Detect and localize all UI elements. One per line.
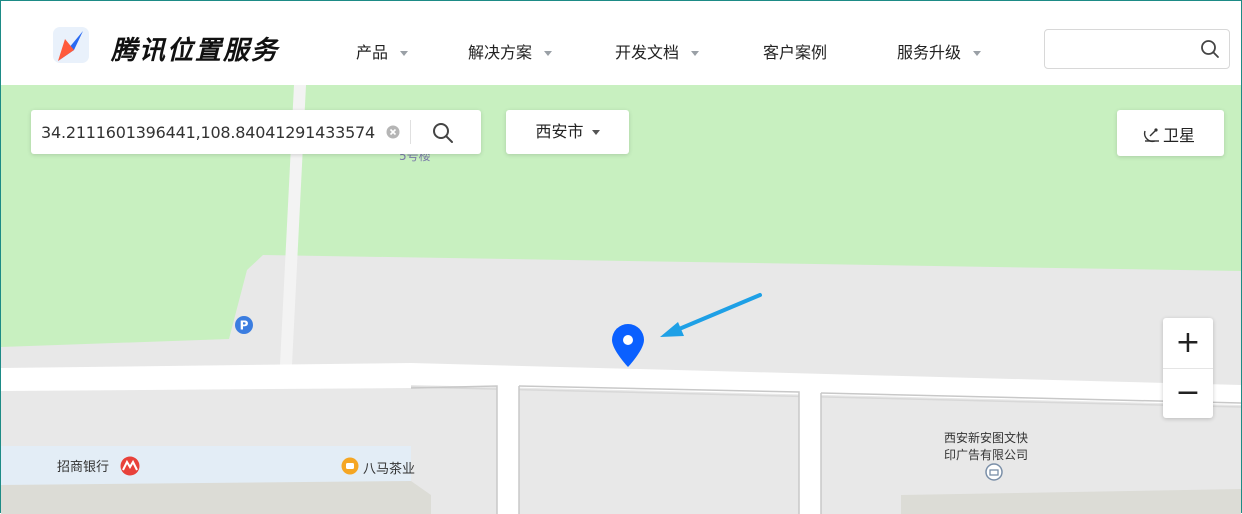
- satellite-label: 卫星: [1163, 126, 1196, 145]
- chevron-down-icon: [973, 51, 982, 56]
- zoom-in-button[interactable]: +: [1163, 318, 1213, 368]
- annotation-arrow-icon: [660, 293, 762, 337]
- satellite-toggle-button[interactable]: 卫星: [1117, 110, 1224, 156]
- brand-title[interactable]: 腾讯位置服务: [111, 30, 279, 67]
- search-icon[interactable]: [1200, 39, 1220, 59]
- city-selector-label: 西安市: [535, 122, 584, 141]
- bank-icon[interactable]: [119, 456, 141, 476]
- nav-cases-label: 客户案例: [763, 43, 828, 62]
- search-icon[interactable]: [431, 121, 455, 145]
- zoom-control: + −: [1163, 318, 1213, 418]
- chevron-down-icon: [400, 51, 409, 56]
- nav-cases[interactable]: 客户案例: [763, 39, 827, 63]
- tencent-map-logo[interactable]: [53, 27, 89, 63]
- parking-icon[interactable]: P: [234, 315, 254, 335]
- poi-print-label-line1[interactable]: 西安新安图文快: [944, 429, 1028, 446]
- side-road-2: [799, 388, 821, 514]
- svg-text:P: P: [240, 319, 249, 333]
- satellite-icon: [1143, 128, 1159, 143]
- header-search: [1044, 29, 1230, 69]
- nav-products-label: 产品: [356, 43, 389, 62]
- location-marker-icon[interactable]: [610, 323, 646, 369]
- chevron-down-icon: [544, 51, 553, 56]
- city-selector-button[interactable]: 西安市: [506, 110, 629, 154]
- tea-shop-icon[interactable]: [341, 457, 359, 475]
- nav-solutions[interactable]: 解决方案: [468, 39, 553, 63]
- poi-tea-label[interactable]: 八马茶业: [363, 458, 415, 477]
- nav-upgrade-label: 服务升级: [897, 43, 962, 62]
- header-search-input[interactable]: [1053, 36, 1197, 64]
- nav-solutions-label: 解决方案: [468, 43, 533, 62]
- coordinate-search-input[interactable]: 34.2111601396441,108.84041291433574: [41, 123, 375, 142]
- search-divider: [410, 120, 411, 144]
- zoom-out-button[interactable]: −: [1163, 368, 1213, 418]
- nav-products[interactable]: 产品: [356, 39, 409, 63]
- nav-upgrade[interactable]: 服务升级: [897, 39, 982, 63]
- side-road-1: [497, 382, 519, 514]
- chevron-down-icon: [691, 51, 700, 56]
- nav-docs[interactable]: 开发文档: [615, 39, 700, 63]
- caret-down-icon: [591, 130, 600, 135]
- building-south-west: [1, 481, 431, 514]
- map-canvas[interactable]: 5号楼 P 招商银行 八马茶业 西安新安图文快 印广告有限公司 34.21116…: [1, 85, 1241, 514]
- nav-docs-label: 开发文档: [615, 43, 680, 62]
- top-header: 腾讯位置服务 产品 解决方案 开发文档 客户案例 服务升级: [1, 1, 1241, 85]
- coordinate-search-box: 34.2111601396441,108.84041291433574: [31, 110, 481, 154]
- poi-bank-label[interactable]: 招商银行: [57, 456, 109, 475]
- clear-icon[interactable]: [386, 125, 400, 139]
- company-icon[interactable]: [985, 463, 1003, 481]
- poi-print-label-line2[interactable]: 印广告有限公司: [944, 446, 1028, 463]
